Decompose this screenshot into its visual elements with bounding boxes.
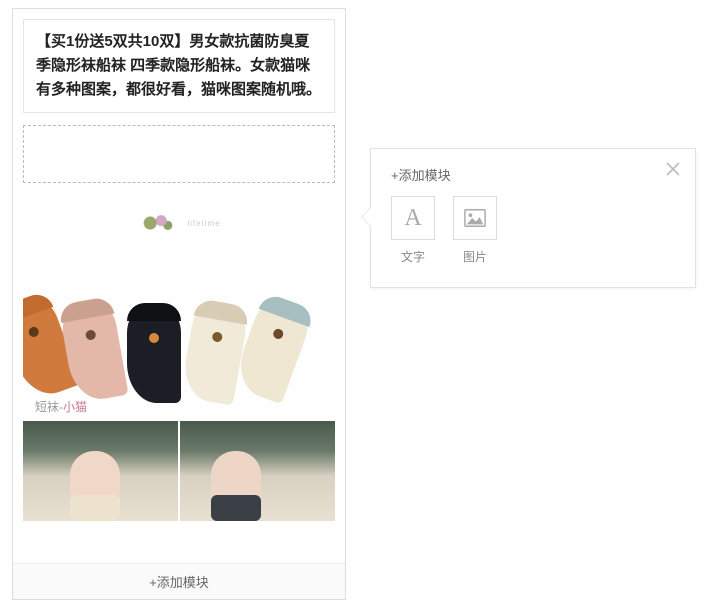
image-icon — [453, 196, 497, 240]
add-text-module-tile[interactable]: A 文字 — [391, 196, 435, 265]
sock-lineup-image: 短袜-小猫 — [23, 261, 335, 421]
popover-close-button[interactable] — [663, 159, 683, 179]
text-icon: A — [391, 196, 435, 240]
flower-icon — [137, 211, 181, 235]
sock-beige — [231, 292, 316, 404]
popover-arrow — [361, 207, 371, 227]
close-icon — [666, 162, 680, 176]
add-image-module-tile[interactable]: 图片 — [453, 196, 497, 265]
decorative-divider-image: lifetime — [23, 199, 335, 247]
text-content-block[interactable]: 【买1份送5双共10双】男女款抗菌防臭夏季隐形袜船袜 四季款隐形船袜。女款猫咪有… — [23, 19, 335, 113]
model-photo-right — [180, 421, 335, 521]
product-caption: 短袜-小猫 — [35, 398, 87, 415]
add-module-popover: +添加模块 A 文字 图片 — [370, 148, 696, 288]
product-images-block[interactable]: 短袜-小猫 — [23, 261, 335, 521]
tile-label: 图片 — [463, 248, 487, 265]
add-module-footer-button[interactable]: +添加模块 — [13, 563, 345, 599]
model-photo-row — [23, 421, 335, 521]
editor-panel: 【买1份送5双共10双】男女款抗菌防臭夏季隐形袜船袜 四季款隐形船袜。女款猫咪有… — [12, 8, 346, 600]
divider-small-text: lifetime — [187, 219, 220, 228]
model-photo-left — [23, 421, 178, 521]
popover-title: +添加模块 — [391, 165, 675, 184]
editor-scroll-area[interactable]: 【买1份送5双共10双】男女款抗菌防臭夏季隐形袜船袜 四季款隐形船袜。女款猫咪有… — [13, 9, 345, 563]
sock-black — [127, 303, 181, 403]
sock-cream — [179, 298, 250, 406]
tile-label: 文字 — [401, 248, 425, 265]
empty-module-placeholder[interactable] — [23, 125, 335, 183]
module-tile-row: A 文字 图片 — [391, 196, 675, 265]
